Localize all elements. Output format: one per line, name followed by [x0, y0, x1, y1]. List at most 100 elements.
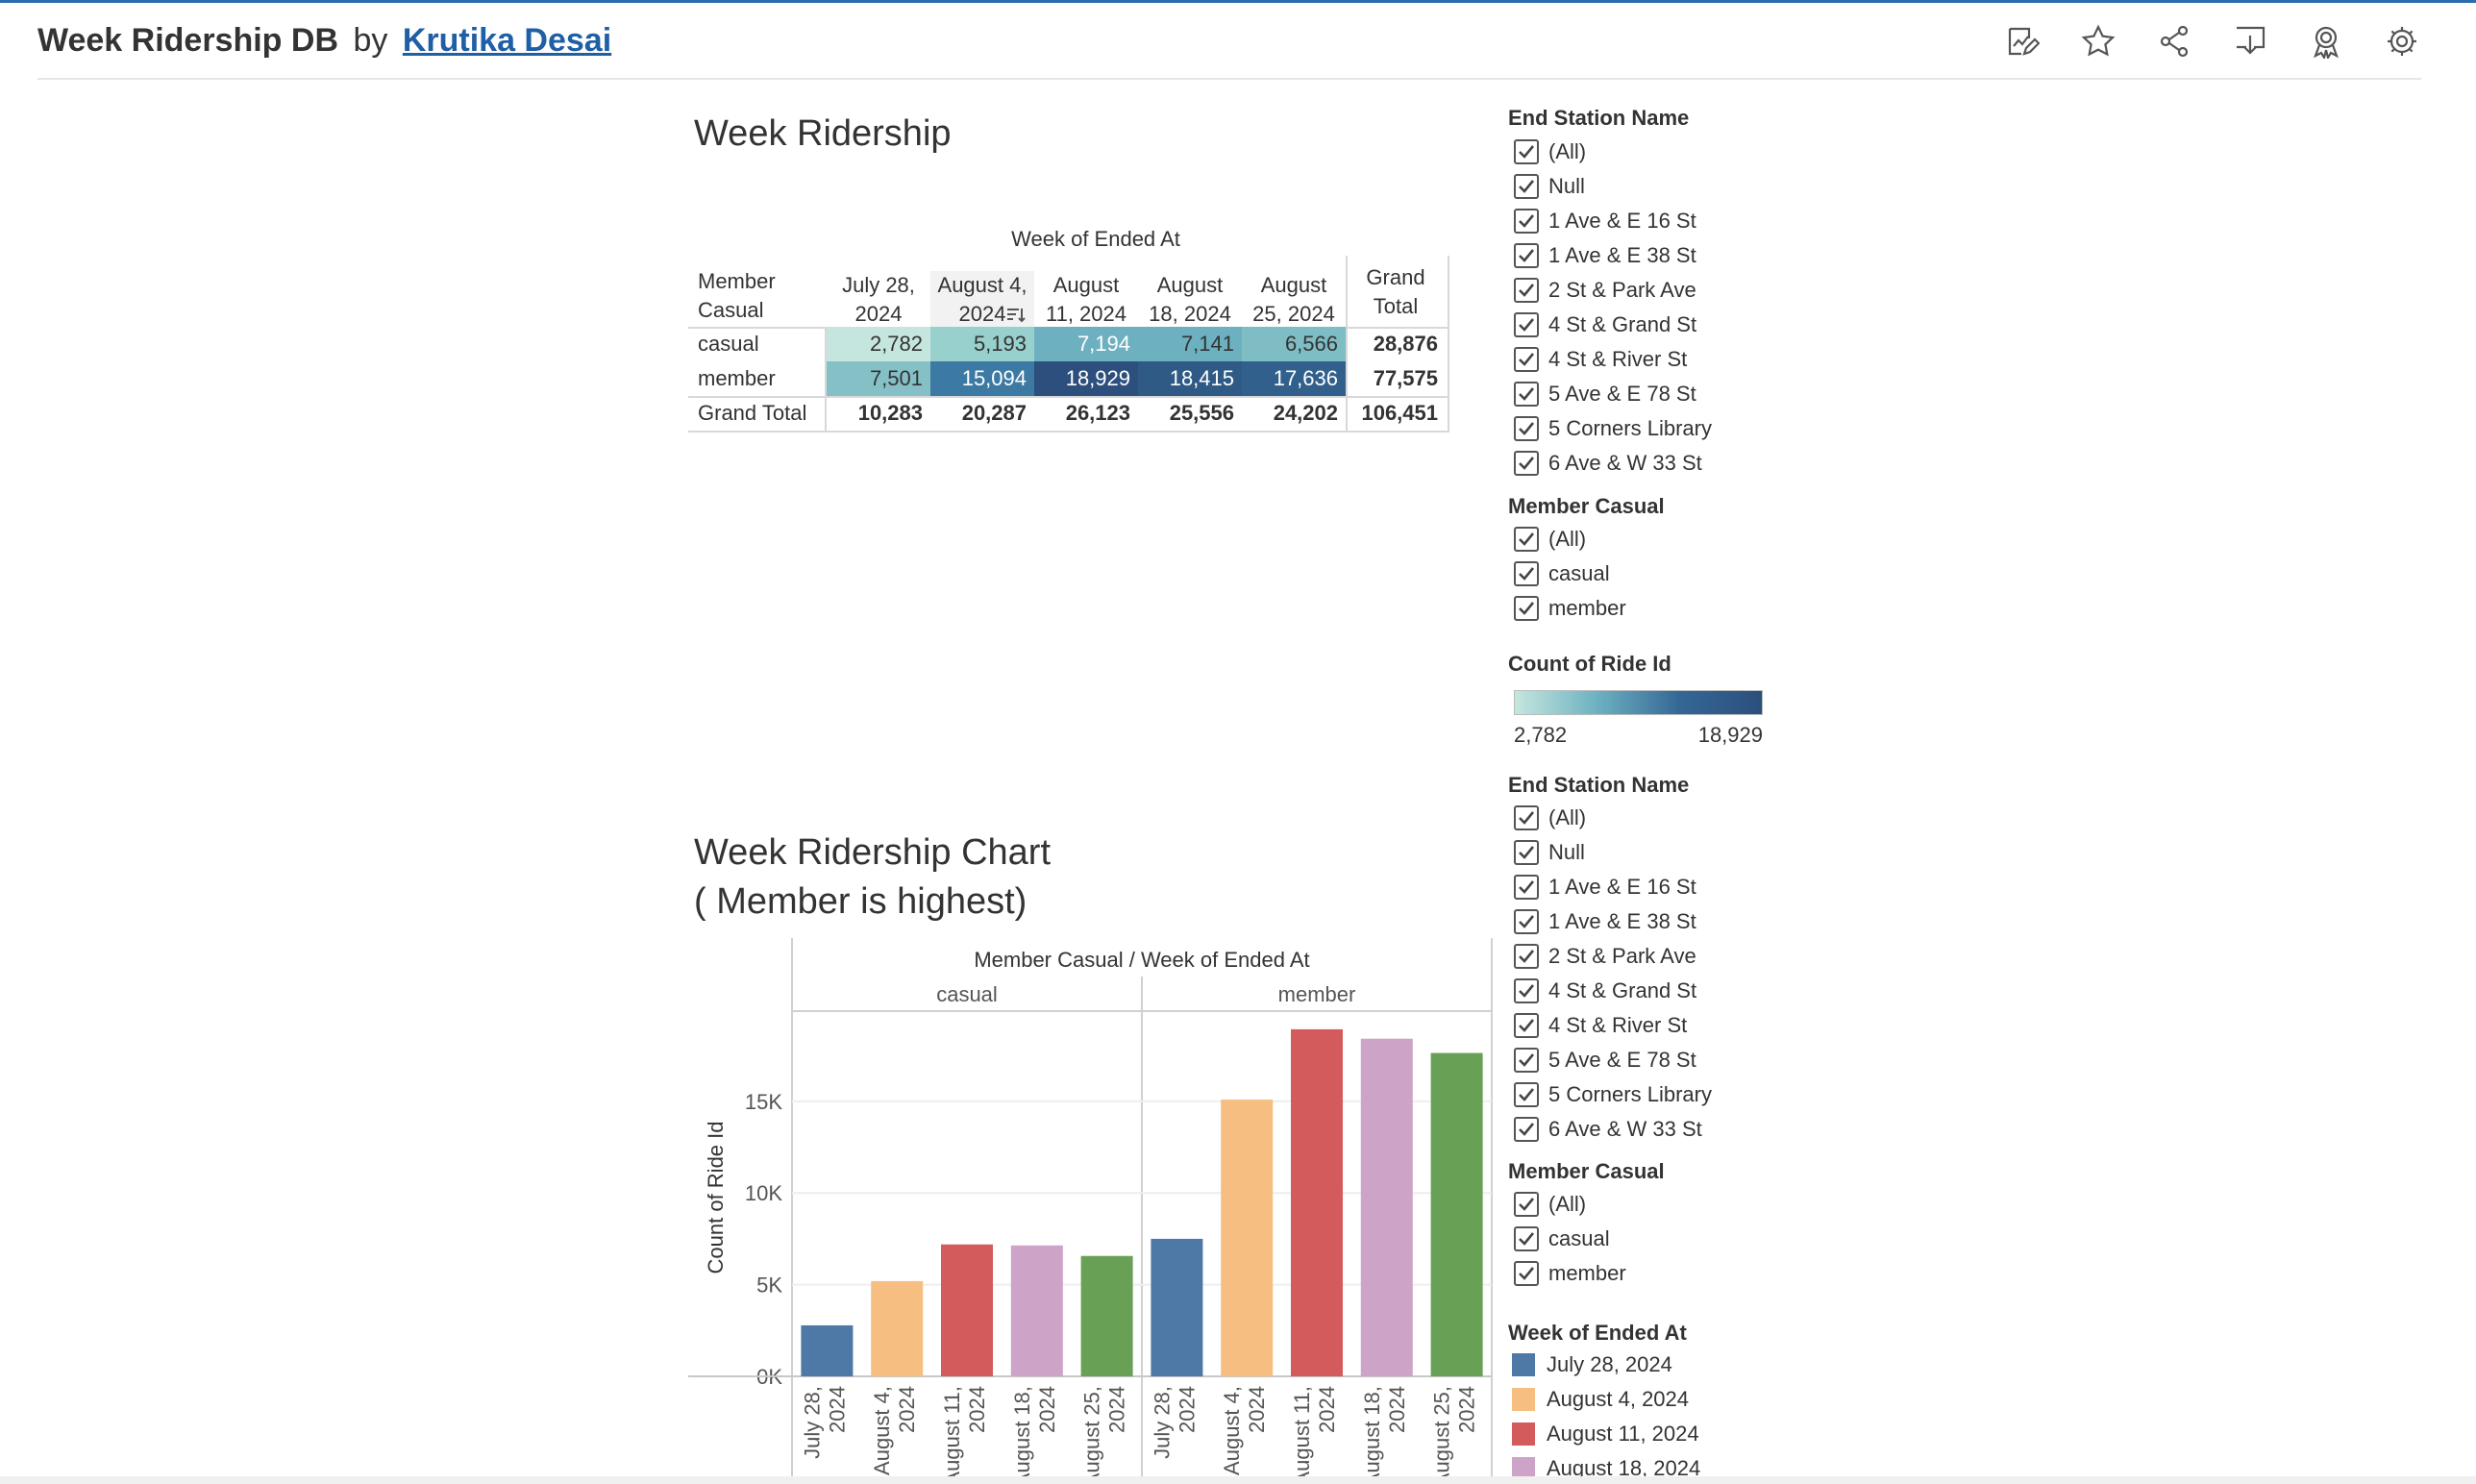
checkbox-checked-icon[interactable] — [1514, 139, 1539, 164]
column-header-grand-total[interactable]: Grand Total — [1346, 263, 1446, 320]
checkbox-checked-icon[interactable] — [1514, 174, 1539, 199]
row-total-cell[interactable]: 77,575 — [1348, 361, 1448, 396]
bar-member-4[interactable] — [1360, 1038, 1413, 1376]
checkbox-checked-icon[interactable] — [1514, 944, 1539, 969]
crosstab-cell[interactable]: 18,415 — [1138, 361, 1242, 396]
star-icon[interactable] — [2079, 22, 2117, 61]
grand-total-cell[interactable]: 25,556 — [1138, 396, 1242, 431]
crosstab-cell[interactable]: 5,193 — [930, 327, 1034, 361]
author-link[interactable]: Krutika Desai — [403, 22, 611, 59]
member-casual-option[interactable]: member — [1514, 591, 1626, 626]
checkbox-checked-icon[interactable] — [1514, 278, 1539, 303]
crosstab-cell[interactable]: 7,194 — [1034, 327, 1138, 361]
checkbox-checked-icon[interactable] — [1514, 596, 1539, 621]
end-station-option[interactable]: 1 Ave & E 38 St — [1514, 238, 1696, 273]
bar-casual-3[interactable] — [941, 1244, 993, 1376]
end-station-option[interactable]: 5 Corners Library — [1514, 411, 1712, 446]
grand-total-cell[interactable]: 26,123 — [1034, 396, 1138, 431]
checkbox-checked-icon[interactable] — [1514, 1261, 1539, 1286]
share-icon[interactable] — [2155, 22, 2193, 61]
column-header-week-5[interactable]: August 25, 2024 — [1242, 271, 1346, 328]
checkbox-checked-icon[interactable] — [1514, 1226, 1539, 1251]
badge-icon[interactable] — [2307, 22, 2345, 61]
end-station-option[interactable]: 4 St & Grand St — [1514, 308, 1696, 342]
checkbox-checked-icon[interactable] — [1514, 209, 1539, 234]
member-casual-option[interactable]: (All) — [1514, 522, 1586, 556]
end-station-option[interactable]: 4 St & River St — [1514, 342, 1687, 377]
checkbox-checked-icon[interactable] — [1514, 1082, 1539, 1107]
end-station-option[interactable]: 5 Ave & E 78 St — [1514, 377, 1696, 411]
chart-canvas[interactable]: Member Casual / Week of Ended At casual me… — [688, 938, 1496, 1484]
bar-member-1[interactable] — [1151, 1238, 1203, 1376]
checkbox-checked-icon[interactable] — [1514, 382, 1539, 407]
bar-casual-1[interactable] — [801, 1324, 854, 1376]
grand-total-cell[interactable]: 10,283 — [827, 396, 930, 431]
end-station-option[interactable]: 5 Ave & E 78 St — [1514, 1043, 1696, 1077]
member-casual-option[interactable]: casual — [1514, 1222, 1610, 1256]
settings-icon[interactable] — [2383, 22, 2421, 61]
legend-item[interactable]: July 28, 2024 — [1512, 1348, 1672, 1382]
bar-casual-4[interactable] — [1010, 1245, 1063, 1376]
bar-casual-5[interactable] — [1080, 1255, 1133, 1376]
checkbox-checked-icon[interactable] — [1514, 527, 1539, 552]
legend-item[interactable]: August 11, 2024 — [1512, 1417, 1699, 1451]
checkbox-checked-icon[interactable] — [1514, 561, 1539, 586]
download-icon[interactable] — [2231, 22, 2269, 61]
end-station-option[interactable]: (All) — [1514, 135, 1586, 169]
member-casual-option[interactable]: casual — [1514, 556, 1610, 591]
checkbox-checked-icon[interactable] — [1514, 451, 1539, 476]
sort-icon[interactable] — [1005, 306, 1027, 325]
column-header-week-1[interactable]: July 28, 2024 — [827, 271, 930, 328]
checkbox-checked-icon[interactable] — [1514, 243, 1539, 268]
grand-total-overall-cell[interactable]: 106,451 — [1348, 396, 1448, 431]
end-station-option[interactable]: 4 St & River St — [1514, 1008, 1687, 1043]
week-ridership-chart[interactable]: Member Casual / Week of Ended At casual me… — [688, 938, 1496, 1484]
member-casual-option[interactable]: member — [1514, 1256, 1626, 1291]
crosstab-table[interactable]: Week of Ended At Member Casual July 28, … — [688, 227, 1450, 433]
member-casual-option[interactable]: (All) — [1514, 1187, 1586, 1222]
grand-total-cell[interactable]: 24,202 — [1242, 396, 1346, 431]
end-station-option[interactable]: Null — [1514, 169, 1585, 204]
end-station-option[interactable]: 2 St & Park Ave — [1514, 273, 1696, 308]
toolbar — [2003, 22, 2421, 61]
checkbox-checked-icon[interactable] — [1514, 1013, 1539, 1038]
checkbox-checked-icon[interactable] — [1514, 875, 1539, 900]
column-header-week-4[interactable]: August 18, 2024 — [1138, 271, 1242, 328]
crosstab-cell[interactable]: 2,782 — [827, 327, 930, 361]
end-station-option[interactable]: 4 St & Grand St — [1514, 974, 1696, 1008]
checkbox-checked-icon[interactable] — [1514, 1048, 1539, 1073]
end-station-option[interactable]: 2 St & Park Ave — [1514, 939, 1696, 974]
checkbox-checked-icon[interactable] — [1514, 840, 1539, 865]
end-station-option[interactable]: (All) — [1514, 801, 1586, 835]
checkbox-checked-icon[interactable] — [1514, 978, 1539, 1003]
end-station-option[interactable]: 1 Ave & E 16 St — [1514, 870, 1696, 904]
end-station-option[interactable]: 5 Corners Library — [1514, 1077, 1712, 1112]
row-total-cell[interactable]: 28,876 — [1348, 327, 1448, 361]
end-station-option[interactable]: 1 Ave & E 16 St — [1514, 204, 1696, 238]
checkbox-checked-icon[interactable] — [1514, 347, 1539, 372]
edit-icon[interactable] — [2003, 22, 2042, 61]
end-station-option[interactable]: 6 Ave & W 33 St — [1514, 1112, 1702, 1147]
bar-member-3[interactable] — [1291, 1028, 1343, 1376]
legend-item[interactable]: August 4, 2024 — [1512, 1382, 1689, 1417]
checkbox-checked-icon[interactable] — [1514, 416, 1539, 441]
grand-total-cell[interactable]: 20,287 — [930, 396, 1034, 431]
bar-member-5[interactable] — [1430, 1052, 1483, 1376]
crosstab-cell[interactable]: 7,501 — [827, 361, 930, 396]
checkbox-checked-icon[interactable] — [1514, 1192, 1539, 1217]
crosstab-cell[interactable]: 18,929 — [1034, 361, 1138, 396]
bar-casual-2[interactable] — [871, 1280, 924, 1376]
checkbox-checked-icon[interactable] — [1514, 1117, 1539, 1142]
crosstab-cell[interactable]: 15,094 — [930, 361, 1034, 396]
end-station-option[interactable]: 1 Ave & E 38 St — [1514, 904, 1696, 939]
checkbox-checked-icon[interactable] — [1514, 805, 1539, 830]
bar-member-2[interactable] — [1221, 1100, 1274, 1376]
checkbox-checked-icon[interactable] — [1514, 312, 1539, 337]
end-station-option[interactable]: Null — [1514, 835, 1585, 870]
crosstab-cell[interactable]: 7,141 — [1138, 327, 1242, 361]
crosstab-cell[interactable]: 17,636 — [1242, 361, 1346, 396]
crosstab-cell[interactable]: 6,566 — [1242, 327, 1346, 361]
checkbox-checked-icon[interactable] — [1514, 909, 1539, 934]
column-header-week-3[interactable]: August 11, 2024 — [1034, 271, 1138, 328]
end-station-option[interactable]: 6 Ave & W 33 St — [1514, 446, 1702, 481]
